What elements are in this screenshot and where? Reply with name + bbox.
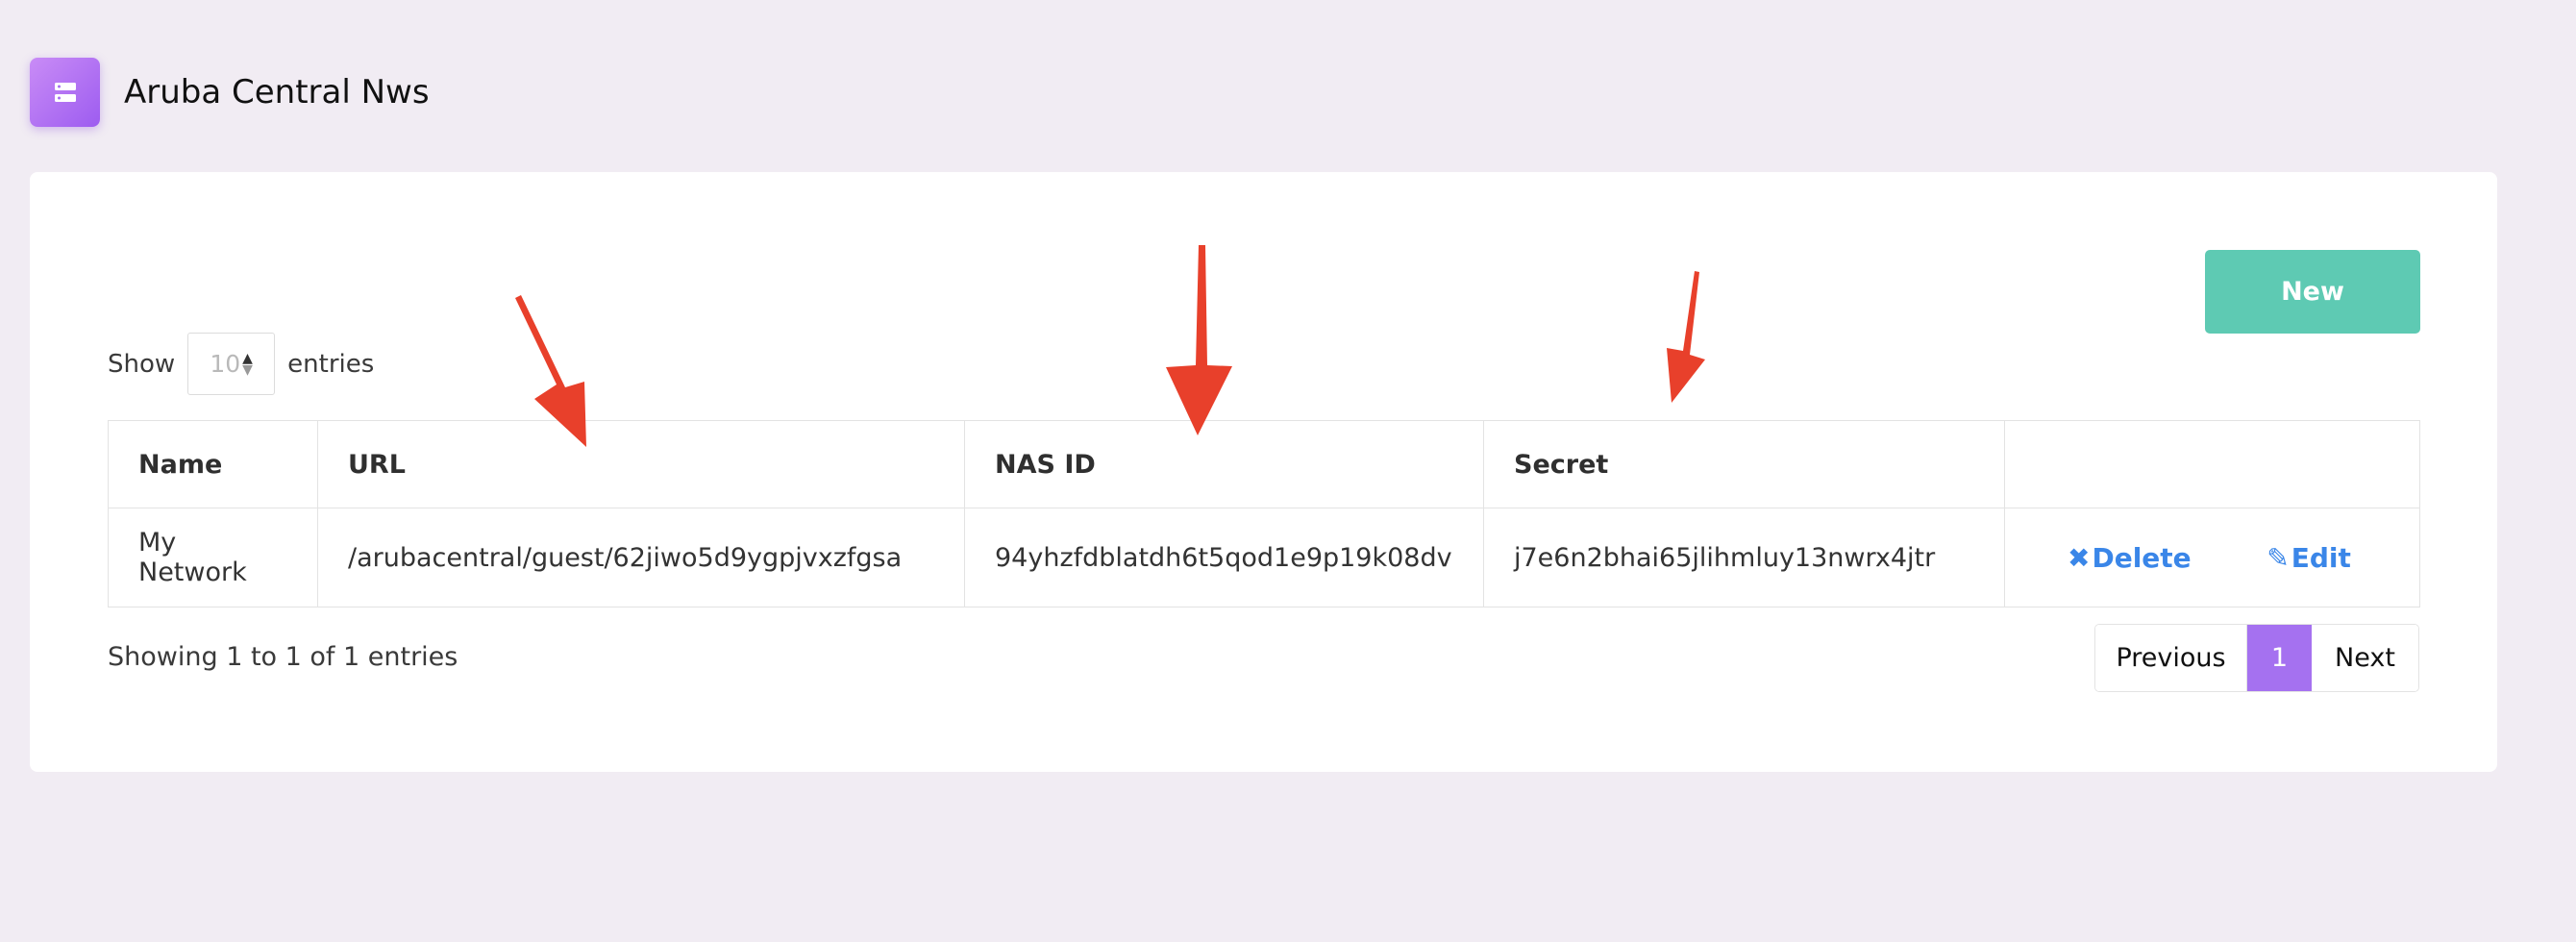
previous-page-button[interactable]: Previous — [2095, 625, 2247, 691]
pencil-icon: ✎ — [2266, 541, 2290, 574]
column-header-name[interactable]: Name — [108, 420, 318, 508]
column-header-actions — [2004, 420, 2420, 508]
cell-secret: j7e6n2bhai65jlihmluy13nwrx4jtr — [1483, 508, 2005, 607]
page-title: Aruba Central Nws — [124, 73, 430, 112]
column-header-url[interactable]: URL — [317, 420, 965, 508]
entries-per-page-select[interactable]: 10 ▲ ▼ — [187, 333, 276, 395]
column-header-nas-id[interactable]: NAS ID — [964, 420, 1484, 508]
page-1-button[interactable]: 1 — [2247, 625, 2312, 691]
edit-label: Edit — [2291, 541, 2351, 574]
column-header-secret[interactable]: Secret — [1483, 420, 2005, 508]
server-icon — [30, 58, 100, 127]
entries-per-page-value: 10 — [210, 350, 241, 378]
length-prefix-label: Show — [108, 349, 176, 379]
spinner-arrows-icon: ▲ ▼ — [242, 350, 253, 378]
cell-name: My Network — [108, 508, 318, 607]
page-header: Aruba Central Nws — [30, 58, 430, 127]
delete-label: Delete — [2092, 541, 2192, 574]
length-suffix-label: entries — [287, 349, 375, 379]
networks-table: Name URL NAS ID Secret My Network /aruba… — [108, 420, 2420, 607]
entries-length-control: Show 10 ▲ ▼ entries — [108, 333, 374, 395]
next-page-button[interactable]: Next — [2312, 625, 2418, 691]
table-info: Showing 1 to 1 of 1 entries — [108, 642, 458, 672]
cell-nas-id: 94yhzfdblatdh6t5qod1e9p19k08dv — [964, 508, 1484, 607]
table-header-row: Name URL NAS ID Secret — [108, 420, 2420, 508]
main-card: New Show 10 ▲ ▼ entries Name URL NAS ID S… — [30, 172, 2497, 772]
delete-button[interactable]: ✖ Delete — [2068, 542, 2192, 574]
new-button[interactable]: New — [2205, 250, 2420, 334]
cell-actions: ✖ Delete ✎ Edit — [2004, 508, 2420, 607]
edit-button[interactable]: ✎ Edit — [2266, 542, 2351, 574]
table-row: My Network /arubacentral/guest/62jiwo5d9… — [108, 508, 2420, 607]
cell-url: /arubacentral/guest/62jiwo5d9ygpjvxzfgsa — [317, 508, 965, 607]
close-icon: ✖ — [2068, 541, 2091, 574]
pagination: Previous 1 Next — [2094, 624, 2419, 692]
